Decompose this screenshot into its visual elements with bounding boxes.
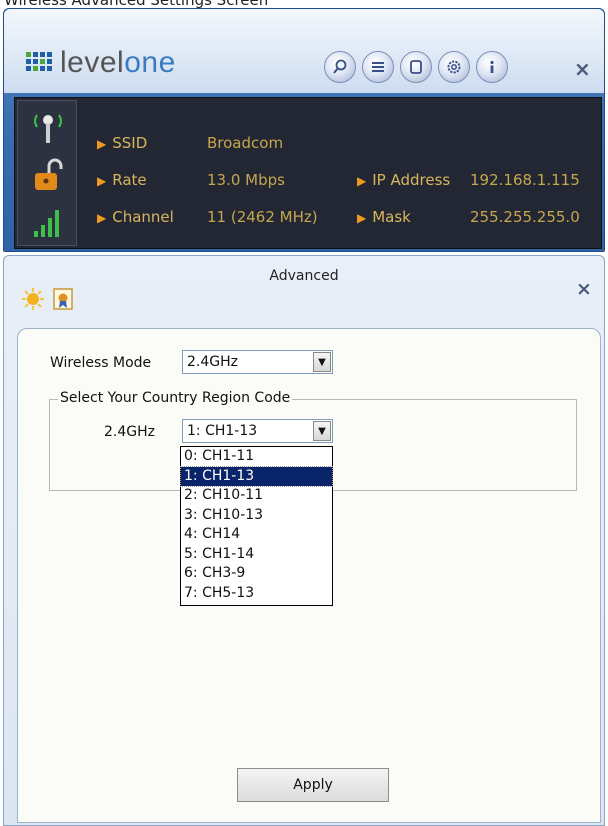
info-icon[interactable] <box>476 51 508 83</box>
country-region-group-title: Select Your Country Region Code <box>58 390 293 406</box>
arrow-icon: ▶ <box>97 137 107 151</box>
dropdown-option-selected[interactable]: 1: CH1-13 <box>180 465 333 487</box>
advanced-tabs <box>20 286 76 312</box>
dropdown-option[interactable]: 5: CH1-14 <box>181 545 332 565</box>
channel-label-text: Channel <box>112 208 174 226</box>
status-panel: ▶ SSID Broadcom ▶ Rate 13.0 Mbps ▶ Channel … <box>14 97 602 249</box>
dropdown-option[interactable]: 2: CH10-11 <box>181 486 332 506</box>
main-header: levelone × <box>4 9 604 93</box>
mask-label: ▶ Mask <box>357 208 411 226</box>
levelone-logo: levelone <box>26 46 176 80</box>
wireless-mode-label: Wireless Mode <box>50 355 152 371</box>
country-region-select[interactable]: 1: CH1-13 ▼ <box>182 419 333 443</box>
chevron-down-icon[interactable]: ▼ <box>313 352 331 372</box>
band-label: 2.4GHz <box>104 424 155 440</box>
close-icon[interactable]: × <box>574 57 591 81</box>
rate-label-text: Rate <box>112 171 147 189</box>
arrow-icon: ▶ <box>357 211 367 225</box>
logo-text: levelone <box>60 46 176 80</box>
dropdown-option[interactable]: 3: CH10-13 <box>181 506 332 526</box>
ip-address-value: 192.168.1.115 <box>470 171 580 189</box>
logo-text-level: level <box>60 46 125 79</box>
page-icon[interactable] <box>400 51 432 83</box>
mask-label-text: Mask <box>372 208 411 226</box>
channel-value: 11 (2462 MHz) <box>207 208 318 226</box>
main-window: levelone × ▶ SSID Broadcom ▶ Rate 13.0 M… <box>3 8 605 252</box>
channel-label: ▶ Channel <box>97 208 174 226</box>
advanced-title: Advanced <box>269 268 339 284</box>
list-icon[interactable] <box>362 51 394 83</box>
signal-strength-icon <box>28 203 68 243</box>
advanced-close-icon[interactable]: × <box>576 278 592 300</box>
country-region-dropdown-list: 0: CH1-11 1: CH1-13 2: CH10-11 3: CH10-1… <box>180 446 333 606</box>
mask-value: 255.255.255.0 <box>470 208 580 226</box>
dropdown-option[interactable]: 7: CH5-13 <box>181 584 332 604</box>
logo-text-one: one <box>124 46 176 79</box>
header-buttons <box>324 51 508 83</box>
ssid-value: Broadcom <box>207 134 284 152</box>
apply-button[interactable]: Apply <box>237 768 389 802</box>
ssid-label-text: SSID <box>112 134 148 152</box>
gear-icon[interactable] <box>438 51 470 83</box>
dropdown-option[interactable]: 6: CH3-9 <box>181 564 332 584</box>
country-region-value: 1: CH1-13 <box>187 423 258 439</box>
arrow-icon: ▶ <box>357 174 367 188</box>
search-icon[interactable] <box>324 51 356 83</box>
logo-mark-icon <box>26 52 52 74</box>
ssid-label: ▶ SSID <box>97 134 147 152</box>
dropdown-option[interactable]: 4: CH14 <box>181 525 332 545</box>
ip-address-label: ▶ IP Address <box>357 171 450 189</box>
chevron-down-icon[interactable]: ▼ <box>313 421 331 441</box>
wireless-mode-value: 2.4GHz <box>187 354 238 370</box>
rate-label: ▶ Rate <box>97 171 147 189</box>
sun-icon[interactable] <box>20 286 46 312</box>
dropdown-option[interactable]: 0: CH1-11 <box>181 447 332 467</box>
arrow-icon: ▶ <box>97 174 107 188</box>
arrow-icon: ▶ <box>97 211 107 225</box>
antenna-icon <box>28 107 68 147</box>
status-icon-column <box>17 100 77 246</box>
certificate-icon[interactable] <box>50 286 76 312</box>
ip-address-label-text: IP Address <box>372 171 451 189</box>
unlock-icon <box>28 155 68 195</box>
rate-value: 13.0 Mbps <box>207 171 285 189</box>
wireless-mode-select[interactable]: 2.4GHz ▼ <box>182 350 333 374</box>
